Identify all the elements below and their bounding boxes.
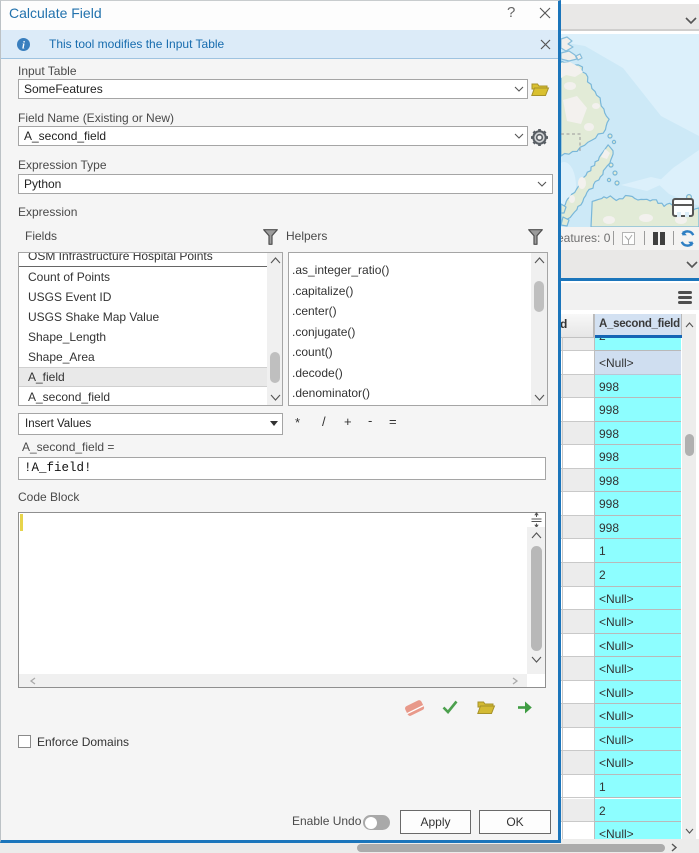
svg-text:i: i: [22, 41, 25, 52]
